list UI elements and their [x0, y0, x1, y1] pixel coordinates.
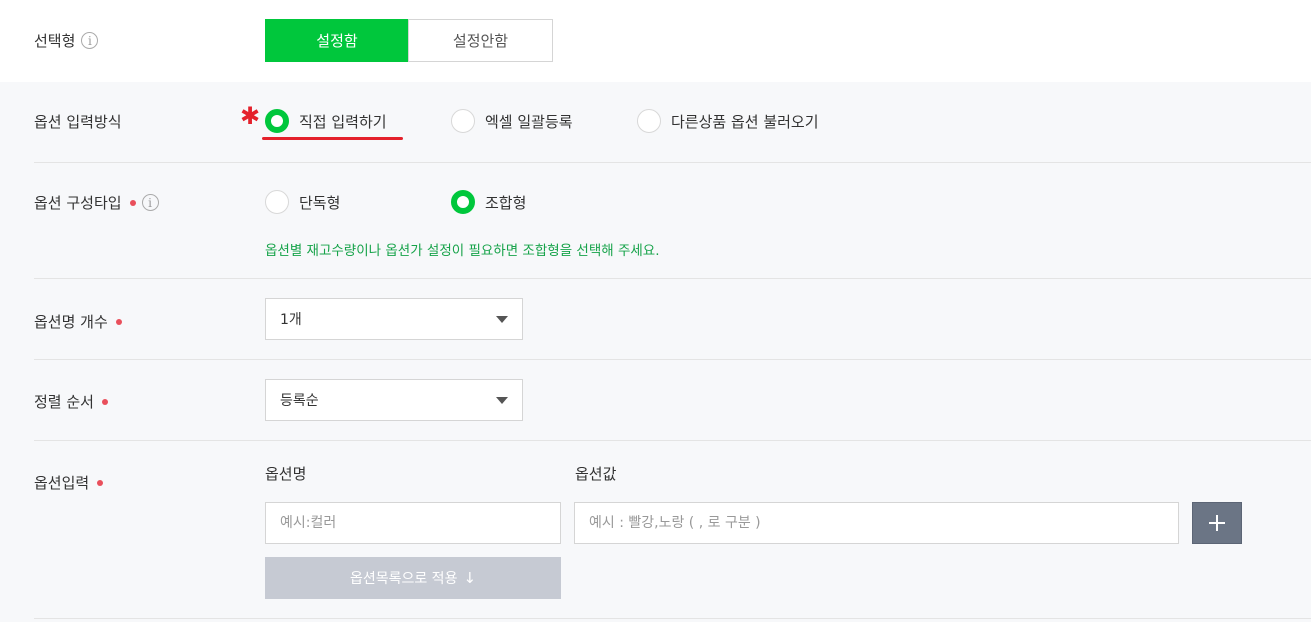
apply-to-option-list-button[interactable]: 옵션목록으로 적용 ↓	[265, 557, 561, 599]
config-type-hint: 옵션별 재고수량이나 옵션가 설정이 필요하면 조합형을 선택해 주세요.	[265, 243, 660, 259]
divider	[34, 618, 1311, 619]
required-dot	[97, 479, 104, 486]
info-icon[interactable]: i	[81, 32, 99, 49]
option-name-header: 옵션명	[265, 465, 307, 483]
radio-combination-type-label: 조합형	[485, 193, 527, 212]
radio-import-other-product-label: 다른상품 옵션 불러오기	[671, 112, 819, 131]
radio-unselected-icon	[451, 109, 475, 133]
divider	[34, 162, 1311, 163]
set-option-button[interactable]: 설정함	[265, 19, 409, 62]
sort-order-label-text: 정렬 순서	[34, 393, 94, 411]
input-method-label: 옵션 입력방식	[34, 113, 122, 131]
name-count-value: 1개	[280, 312, 302, 328]
arrow-down-icon: ↓	[463, 569, 477, 587]
option-value-input[interactable]	[574, 502, 1179, 544]
config-type-label-text: 옵션 구성타입	[34, 194, 122, 212]
apply-button-label: 옵션목록으로 적용	[349, 571, 458, 587]
option-input-label: 옵션입력	[34, 472, 104, 493]
option-name-input[interactable]	[265, 502, 561, 544]
option-type-label: 선택형 i	[34, 30, 99, 51]
required-dot	[129, 199, 136, 206]
radio-unselected-icon	[637, 109, 661, 133]
radio-direct-input[interactable]: 직접 입력하기	[265, 109, 387, 133]
radio-single-type-label: 단독형	[299, 193, 341, 212]
divider	[34, 359, 1311, 360]
sort-order-select[interactable]: 등록순	[265, 379, 523, 421]
info-icon[interactable]: i	[141, 194, 159, 211]
option-type-label-text: 선택형	[34, 32, 76, 50]
radio-import-other-product[interactable]: 다른상품 옵션 불러오기	[637, 109, 819, 133]
name-count-label: 옵션명 개수	[34, 311, 122, 332]
config-type-label: 옵션 구성타입 i	[34, 192, 159, 213]
red-star-annotation: ✱	[240, 102, 261, 130]
option-input-label-text: 옵션입력	[34, 474, 90, 492]
unset-option-button[interactable]: 설정안함	[408, 19, 553, 62]
divider	[34, 440, 1311, 441]
radio-direct-input-label: 직접 입력하기	[299, 112, 387, 131]
sort-order-label: 정렬 순서	[34, 391, 108, 412]
add-option-button[interactable]	[1192, 502, 1242, 544]
option-value-header: 옵션값	[575, 465, 617, 483]
required-dot	[101, 398, 108, 405]
name-count-select[interactable]: 1개	[265, 298, 523, 340]
radio-combination-type[interactable]: 조합형	[451, 190, 526, 214]
radio-selected-icon	[265, 109, 289, 133]
chevron-down-icon	[496, 397, 508, 404]
chevron-down-icon	[496, 316, 508, 323]
radio-excel-upload[interactable]: 엑셀 일괄등록	[451, 109, 573, 133]
radio-single-type[interactable]: 단독형	[265, 190, 340, 214]
sort-order-value: 등록순	[280, 393, 319, 409]
divider	[34, 278, 1311, 279]
radio-unselected-icon	[265, 190, 289, 214]
red-underline-annotation	[262, 137, 403, 140]
name-count-label-text: 옵션명 개수	[34, 313, 108, 331]
radio-selected-icon	[451, 190, 475, 214]
required-dot	[115, 318, 122, 325]
radio-excel-upload-label: 엑셀 일괄등록	[485, 112, 573, 131]
option-type-row	[0, 0, 1311, 82]
